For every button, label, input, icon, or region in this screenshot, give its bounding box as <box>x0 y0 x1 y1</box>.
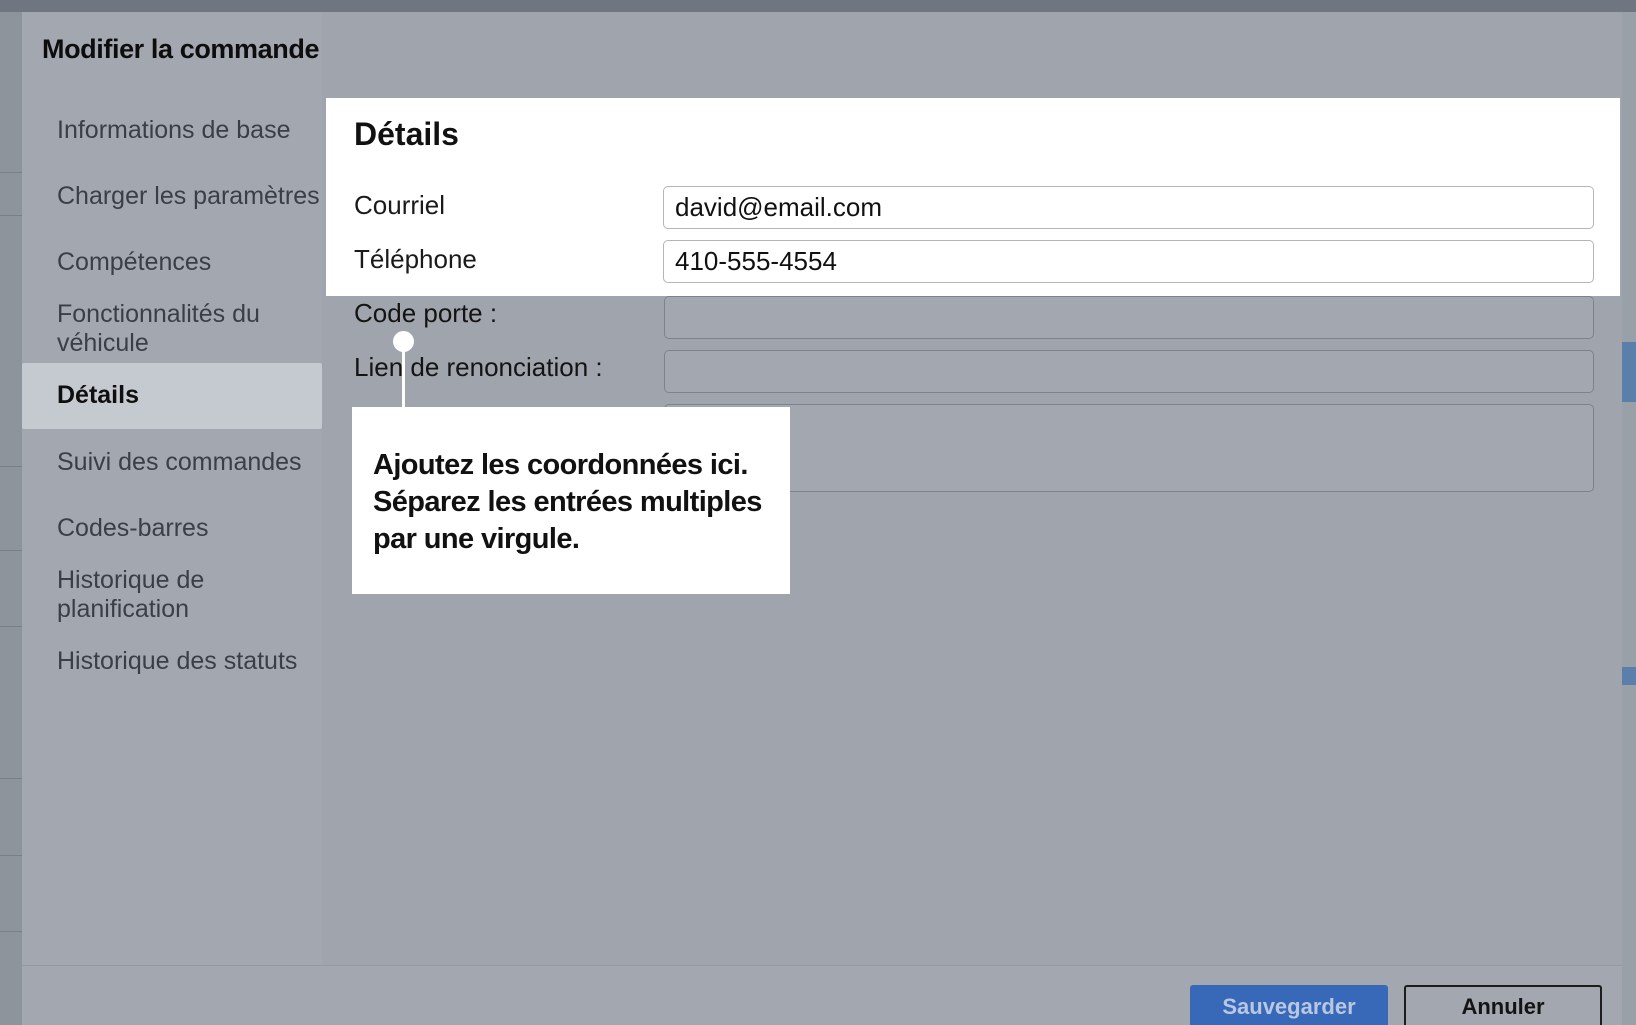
background-divider <box>0 215 22 216</box>
details-contact-section: Détails Courriel Téléphone <box>326 98 1620 296</box>
sidebar-item-load-settings[interactable]: Charger les paramètres <box>22 163 322 229</box>
notes-textarea[interactable] <box>664 404 1594 492</box>
sidebar-item-label: Suivi des commandes <box>57 447 302 476</box>
sidebar-item-label: Codes-barres <box>57 514 209 543</box>
background-top-bar <box>0 0 1636 12</box>
door-code-input[interactable] <box>664 296 1594 339</box>
sidebar-item-label: Informations de base <box>57 115 291 144</box>
sidebar-item-label: Historique des statuts <box>57 646 298 675</box>
sidebar-item-label: Historique de planification <box>57 565 205 623</box>
section-title: Détails <box>354 116 459 152</box>
background-divider <box>0 931 22 932</box>
phone-field[interactable] <box>663 240 1594 283</box>
sidebar-item-details[interactable]: Détails <box>22 362 322 429</box>
sidebar-item-label: Détails <box>57 381 139 410</box>
background-divider <box>0 172 22 173</box>
sidebar-nav: Informations de base Charger les paramèt… <box>22 97 322 695</box>
modal-title: Modifier la commande <box>42 34 320 64</box>
sidebar-item-status-history[interactable]: Historique des statuts <box>22 628 322 694</box>
background-divider <box>0 626 22 627</box>
tooltip-text: Ajoutez les coordonnées ici. Séparez les… <box>373 449 762 555</box>
help-tooltip: Ajoutez les coordonnées ici. Séparez les… <box>352 407 790 594</box>
sidebar-item-basic-info[interactable]: Informations de base <box>22 97 322 163</box>
save-button[interactable]: Sauvegarder <box>1190 985 1388 1025</box>
phone-label: Téléphone <box>354 244 477 274</box>
sidebar-item-order-tracking[interactable]: Suivi des commandes <box>22 429 322 495</box>
waiver-link-input[interactable] <box>664 350 1594 393</box>
email-field[interactable] <box>663 186 1594 229</box>
sidebar-item-label: Compétences <box>57 248 212 277</box>
email-label: Courriel <box>354 190 446 220</box>
background-divider <box>0 778 22 779</box>
background-divider <box>0 466 22 467</box>
background-divider <box>0 550 22 551</box>
background-divider <box>0 855 22 856</box>
sidebar-item-scheduling-history[interactable]: Historique de planification <box>22 562 322 628</box>
cancel-button[interactable]: Annuler <box>1404 985 1602 1025</box>
waiver-link-label: Lien de renonciation : <box>354 352 603 382</box>
sidebar-item-label: Fonctionnalités du véhicule <box>57 300 260 358</box>
sidebar-item-skills[interactable]: Compétences <box>22 230 322 296</box>
tooltip-pointer-dot <box>393 331 414 352</box>
sidebar-item-vehicle-features[interactable]: Fonctionnalités du véhicule <box>22 296 322 362</box>
sidebar-item-label: Charger les paramètres <box>57 182 320 211</box>
sidebar-item-barcodes[interactable]: Codes-barres <box>22 495 322 561</box>
door-code-label: Code porte : <box>354 298 498 328</box>
